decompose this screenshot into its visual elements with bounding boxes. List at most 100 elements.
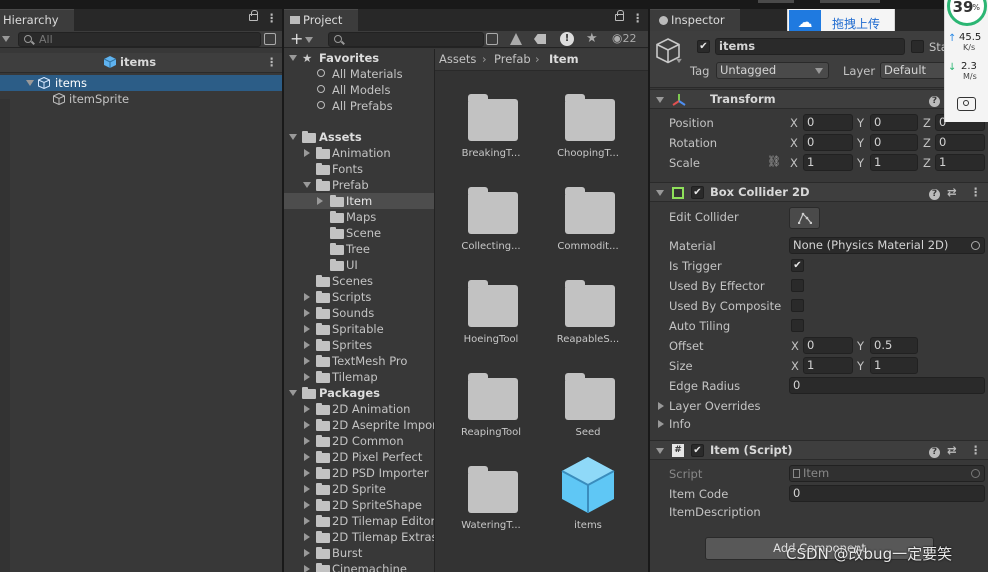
rotation-x-field[interactable]: 0 xyxy=(803,134,853,151)
tree-scripts[interactable]: Scripts xyxy=(284,289,434,305)
breadcrumb-item[interactable]: Item xyxy=(549,49,579,70)
expand-icon[interactable] xyxy=(658,420,664,428)
item-script-header[interactable]: # ✔ Item (Script) ? ⇄ ⋮ xyxy=(650,440,988,460)
tree-pkg-2d-psd[interactable]: 2D PSD Importer xyxy=(284,465,434,481)
item-script-enabled-checkbox[interactable]: ✔ xyxy=(691,444,704,457)
tree-sounds[interactable]: Sounds xyxy=(284,305,434,321)
object-name-input[interactable]: items xyxy=(715,38,905,55)
offset-y-field[interactable]: 0.5 xyxy=(870,337,918,354)
expand-icon[interactable] xyxy=(304,453,310,461)
expand-icon[interactable] xyxy=(304,565,310,572)
expand-icon[interactable] xyxy=(304,469,310,477)
box-collider-enabled-checkbox[interactable]: ✔ xyxy=(691,186,704,199)
add-icon[interactable]: + xyxy=(290,29,303,48)
expand-icon[interactable] xyxy=(656,190,664,196)
editor-top-button[interactable] xyxy=(758,0,794,3)
presets-icon[interactable]: ⇄ xyxy=(947,441,957,460)
used-by-effector-checkbox[interactable] xyxy=(791,279,804,292)
asset-tile[interactable]: ChoopingT... xyxy=(548,89,628,169)
tree-fav-all-materials[interactable]: All Materials xyxy=(284,66,434,82)
asset-tile[interactable]: ReapingTool xyxy=(451,368,531,448)
tree-favorites[interactable]: ★ Favorites xyxy=(284,50,434,66)
project-search-input[interactable] xyxy=(328,32,484,47)
auto-tiling-checkbox[interactable] xyxy=(791,319,804,332)
asset-tile[interactable]: Commodit... xyxy=(548,182,628,262)
transform-header[interactable]: Transform ? xyxy=(650,89,988,109)
asset-tile[interactable]: Collecting... xyxy=(451,182,531,262)
tree-pkg-2d-tilemap-extras[interactable]: 2D Tilemap Extras xyxy=(284,529,438,545)
icon-dropdown-icon[interactable] xyxy=(676,58,682,64)
tree-scene[interactable]: Scene xyxy=(284,225,434,241)
asset-tile[interactable]: items xyxy=(548,454,628,541)
tree-textmesh-pro[interactable]: TextMesh Pro xyxy=(284,353,434,369)
breadcrumb-assets[interactable]: Assets xyxy=(439,49,476,70)
help-icon[interactable]: ? xyxy=(929,183,940,202)
tab-hierarchy[interactable]: Hierarchy xyxy=(0,9,74,31)
tree-fav-all-prefabs[interactable]: All Prefabs xyxy=(284,98,434,114)
expand-icon[interactable] xyxy=(304,437,310,445)
add-dropdown-icon[interactable] xyxy=(305,37,313,43)
expand-icon[interactable] xyxy=(26,80,34,86)
tree-pkg-2d-sprite[interactable]: 2D Sprite xyxy=(284,481,434,497)
favorite-star-icon[interactable]: ★ xyxy=(586,31,598,46)
tree-sprites[interactable]: Sprites xyxy=(284,337,434,353)
tree-pkg-burst[interactable]: Burst xyxy=(284,545,434,561)
asset-tile[interactable]: HoeingTool xyxy=(451,275,531,355)
size-x-field[interactable]: 1 xyxy=(803,357,853,374)
lock-icon[interactable] xyxy=(249,10,258,21)
camera-icon[interactable] xyxy=(957,97,976,111)
network-monitor-widget[interactable]: 39 % ↑ 45.5 K/s ↓ 2.3 M/s xyxy=(944,0,988,122)
filter-type-icon[interactable] xyxy=(510,33,522,45)
hierarchy-search-input[interactable]: All xyxy=(18,32,261,47)
hidden-packages-icon[interactable]: ◉22 xyxy=(612,31,636,45)
tree-spritable[interactable]: Spritable xyxy=(284,321,434,337)
expand-icon[interactable] xyxy=(289,55,297,61)
scale-x-field[interactable]: 1 xyxy=(803,154,853,171)
expand-icon[interactable] xyxy=(304,533,310,541)
tree-pkg-2d-tilemap-editor[interactable]: 2D Tilemap Editor xyxy=(284,513,435,529)
layer-dropdown[interactable]: Default xyxy=(880,62,950,79)
active-checkbox[interactable]: ✔ xyxy=(697,40,710,53)
expand-icon[interactable] xyxy=(304,501,310,509)
tree-fonts[interactable]: Fonts xyxy=(284,161,434,177)
edge-radius-field[interactable]: 0 xyxy=(789,377,985,394)
tree-tree[interactable]: Tree xyxy=(284,241,434,257)
scene-filter-icon[interactable] xyxy=(264,33,276,45)
used-by-composite-checkbox[interactable] xyxy=(791,299,804,312)
menu-dots-icon[interactable]: ⋮ xyxy=(632,11,644,25)
expand-icon[interactable] xyxy=(304,405,310,413)
tree-item[interactable]: Item xyxy=(284,193,434,209)
expand-icon[interactable] xyxy=(289,134,297,140)
size-y-field[interactable]: 1 xyxy=(870,357,918,374)
rotation-y-field[interactable]: 0 xyxy=(870,134,918,151)
breadcrumb-prefab[interactable]: Prefab xyxy=(494,49,531,70)
expand-icon[interactable] xyxy=(656,448,664,454)
expand-icon[interactable] xyxy=(304,149,310,157)
info-label[interactable]: Info xyxy=(669,417,691,431)
lock-icon[interactable] xyxy=(615,10,624,21)
scene-menu-icon[interactable]: ⋮ xyxy=(266,55,278,69)
expand-icon[interactable] xyxy=(658,402,664,410)
hierarchy-item-itemsprite[interactable]: itemSprite xyxy=(0,91,282,107)
asset-tile[interactable]: BreakingT... xyxy=(451,89,531,169)
expand-icon[interactable] xyxy=(303,182,311,188)
help-icon[interactable]: ? xyxy=(929,441,940,460)
expand-icon[interactable] xyxy=(304,421,310,429)
tree-animation[interactable]: Animation xyxy=(284,145,434,161)
scale-y-field[interactable]: 1 xyxy=(870,154,918,171)
asset-tile[interactable]: WateringT... xyxy=(451,461,531,541)
is-trigger-checkbox[interactable]: ✔ xyxy=(791,259,804,272)
error-filter-icon[interactable]: ! xyxy=(560,32,574,46)
layer-overrides-label[interactable]: Layer Overrides xyxy=(669,399,760,413)
expand-icon[interactable] xyxy=(289,390,297,396)
component-menu-icon[interactable]: ⋮ xyxy=(970,183,982,202)
create-dropdown-icon[interactable] xyxy=(2,36,10,42)
expand-icon[interactable] xyxy=(656,97,664,103)
position-x-field[interactable]: 0 xyxy=(803,114,853,131)
menu-dots-icon[interactable]: ⋮ xyxy=(266,11,278,25)
tree-fav-all-models[interactable]: All Models xyxy=(284,82,434,98)
tree-tilemap[interactable]: Tilemap xyxy=(284,369,434,385)
constrain-proportions-icon[interactable]: ⛓ xyxy=(767,155,781,168)
expand-icon[interactable] xyxy=(304,325,310,333)
expand-icon[interactable] xyxy=(304,309,310,317)
